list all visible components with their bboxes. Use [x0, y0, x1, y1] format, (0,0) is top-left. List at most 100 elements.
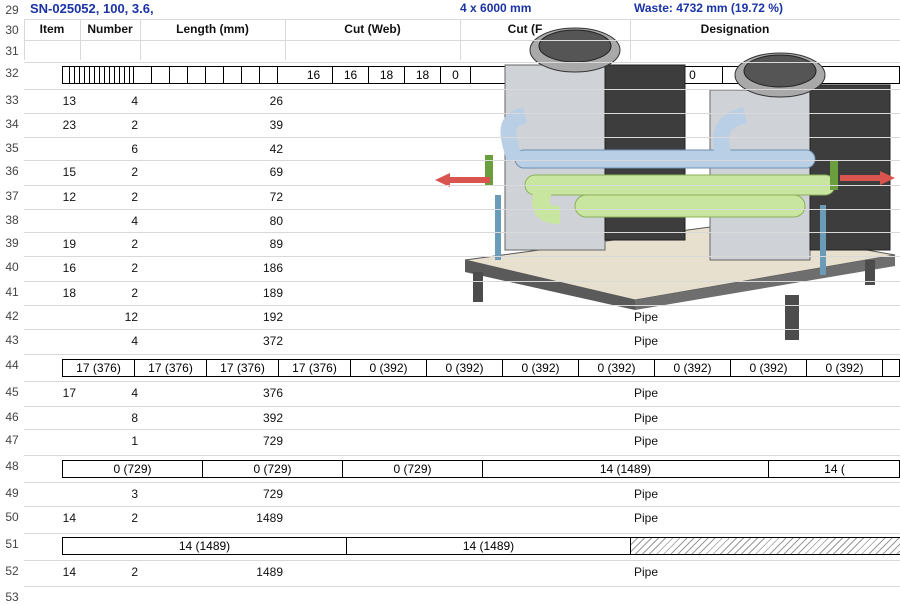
cell-item[interactable]: 14: [24, 565, 76, 579]
grid-line: [24, 256, 900, 257]
row-number[interactable]: 39: [0, 236, 24, 250]
grid-line: [24, 232, 900, 233]
row-number[interactable]: 43: [0, 333, 24, 347]
row-number[interactable]: 41: [0, 285, 24, 299]
cell-number[interactable]: 2: [80, 286, 138, 300]
cell-length[interactable]: 372: [140, 334, 283, 348]
cell-length[interactable]: 89: [140, 237, 283, 251]
row-number[interactable]: 31: [0, 44, 24, 58]
cell-length[interactable]: 729: [140, 487, 283, 501]
cell-designation[interactable]: Pipe: [634, 411, 784, 425]
cell-length[interactable]: 376: [140, 386, 283, 400]
header-number[interactable]: Number: [80, 22, 140, 36]
row-number[interactable]: 50: [0, 510, 24, 524]
tick-mark: [129, 67, 130, 83]
cell-number[interactable]: 2: [80, 565, 138, 579]
cell-length[interactable]: 729: [140, 434, 283, 448]
row-number[interactable]: 42: [0, 309, 24, 323]
cell-length[interactable]: 69: [140, 165, 283, 179]
cell-item[interactable]: 23: [24, 118, 76, 132]
cell-item[interactable]: 13: [24, 94, 76, 108]
tick-mark: [259, 67, 260, 83]
header-length[interactable]: Length (mm): [140, 22, 285, 36]
cell-length[interactable]: 1489: [140, 511, 283, 525]
row-number[interactable]: 37: [0, 189, 24, 203]
header-item[interactable]: Item: [24, 22, 80, 36]
grid-line: [24, 160, 900, 161]
cell-item[interactable]: 17: [24, 386, 76, 400]
row-number[interactable]: 47: [0, 433, 24, 447]
cell-item[interactable]: 15: [24, 165, 76, 179]
cell-number[interactable]: 2: [80, 511, 138, 525]
cell-length[interactable]: 26: [140, 94, 283, 108]
grid-line: [24, 354, 900, 355]
cell-number[interactable]: 8: [80, 411, 138, 425]
cell-item[interactable]: 19: [24, 237, 76, 251]
row-number[interactable]: 46: [0, 410, 24, 424]
cut-segment: 16: [295, 67, 333, 83]
cell-length[interactable]: 186: [140, 261, 283, 275]
cut-segment: 17 (376): [207, 360, 279, 376]
grid-line: [24, 62, 900, 63]
cell-number[interactable]: 1: [80, 434, 138, 448]
cell-number[interactable]: 2: [80, 237, 138, 251]
row-number[interactable]: 52: [0, 564, 24, 578]
cell-length[interactable]: 1489: [140, 565, 283, 579]
row-number[interactable]: 49: [0, 486, 24, 500]
cell-number[interactable]: 2: [80, 190, 138, 204]
row-number[interactable]: 30: [0, 23, 24, 37]
cell-number[interactable]: 12: [80, 310, 138, 324]
row-number[interactable]: 40: [0, 260, 24, 274]
cell-number[interactable]: 6: [80, 142, 138, 156]
row-number[interactable]: 53: [0, 590, 24, 604]
tick-mark: [119, 67, 120, 83]
cell-length[interactable]: 39: [140, 118, 283, 132]
grid-line: [24, 533, 900, 534]
row-number[interactable]: 51: [0, 537, 24, 551]
row-number[interactable]: 48: [0, 459, 24, 473]
cell-number[interactable]: 2: [80, 165, 138, 179]
cell-designation[interactable]: Pipe: [634, 511, 784, 525]
row-number[interactable]: 44: [0, 358, 24, 372]
row-number[interactable]: 45: [0, 385, 24, 399]
row-number[interactable]: 35: [0, 141, 24, 155]
cut-segment: 0 (392): [427, 360, 503, 376]
row-number[interactable]: 29: [0, 3, 24, 17]
cell-number[interactable]: 2: [80, 261, 138, 275]
cell-number[interactable]: 3: [80, 487, 138, 501]
cut-segment: 16: [333, 67, 369, 83]
tick-mark: [89, 67, 90, 83]
spreadsheet[interactable]: 29 30 31 32 33 34 35 36 37 38 39 40 41 42 43 44 45 46 47 48…: [0, 0, 900, 604]
cell-designation[interactable]: Pipe: [634, 434, 784, 448]
grid-line: [24, 89, 900, 90]
cell-item[interactable]: 16: [24, 261, 76, 275]
cell-item[interactable]: 12: [24, 190, 76, 204]
grid-line: [24, 482, 900, 483]
row-number[interactable]: 32: [0, 66, 24, 80]
cell-item[interactable]: 18: [24, 286, 76, 300]
grid-line: [24, 506, 900, 507]
grid-column-line: [460, 20, 461, 60]
cell-length[interactable]: 189: [140, 286, 283, 300]
cell-length[interactable]: 72: [140, 190, 283, 204]
cell-number[interactable]: 4: [80, 386, 138, 400]
row-number[interactable]: 33: [0, 93, 24, 107]
row-number[interactable]: 38: [0, 213, 24, 227]
row-number[interactable]: 34: [0, 117, 24, 131]
cooling-unit-illustration: [435, 27, 896, 340]
row-number[interactable]: 36: [0, 164, 24, 178]
cell-number[interactable]: 4: [80, 94, 138, 108]
cell-designation[interactable]: Pipe: [634, 386, 784, 400]
cell-number[interactable]: 2: [80, 118, 138, 132]
cell-length[interactable]: 42: [140, 142, 283, 156]
cell-number[interactable]: 4: [80, 334, 138, 348]
cell-designation[interactable]: Pipe: [634, 565, 784, 579]
cell-length[interactable]: 192: [140, 310, 283, 324]
sheet-title: SN-025052, 100, 3.6,: [30, 1, 154, 16]
grid-line: [24, 305, 900, 306]
cell-item[interactable]: 14: [24, 511, 76, 525]
cell-number[interactable]: 4: [80, 214, 138, 228]
cell-length[interactable]: 80: [140, 214, 283, 228]
cell-length[interactable]: 392: [140, 411, 283, 425]
cell-designation[interactable]: Pipe: [634, 487, 784, 501]
